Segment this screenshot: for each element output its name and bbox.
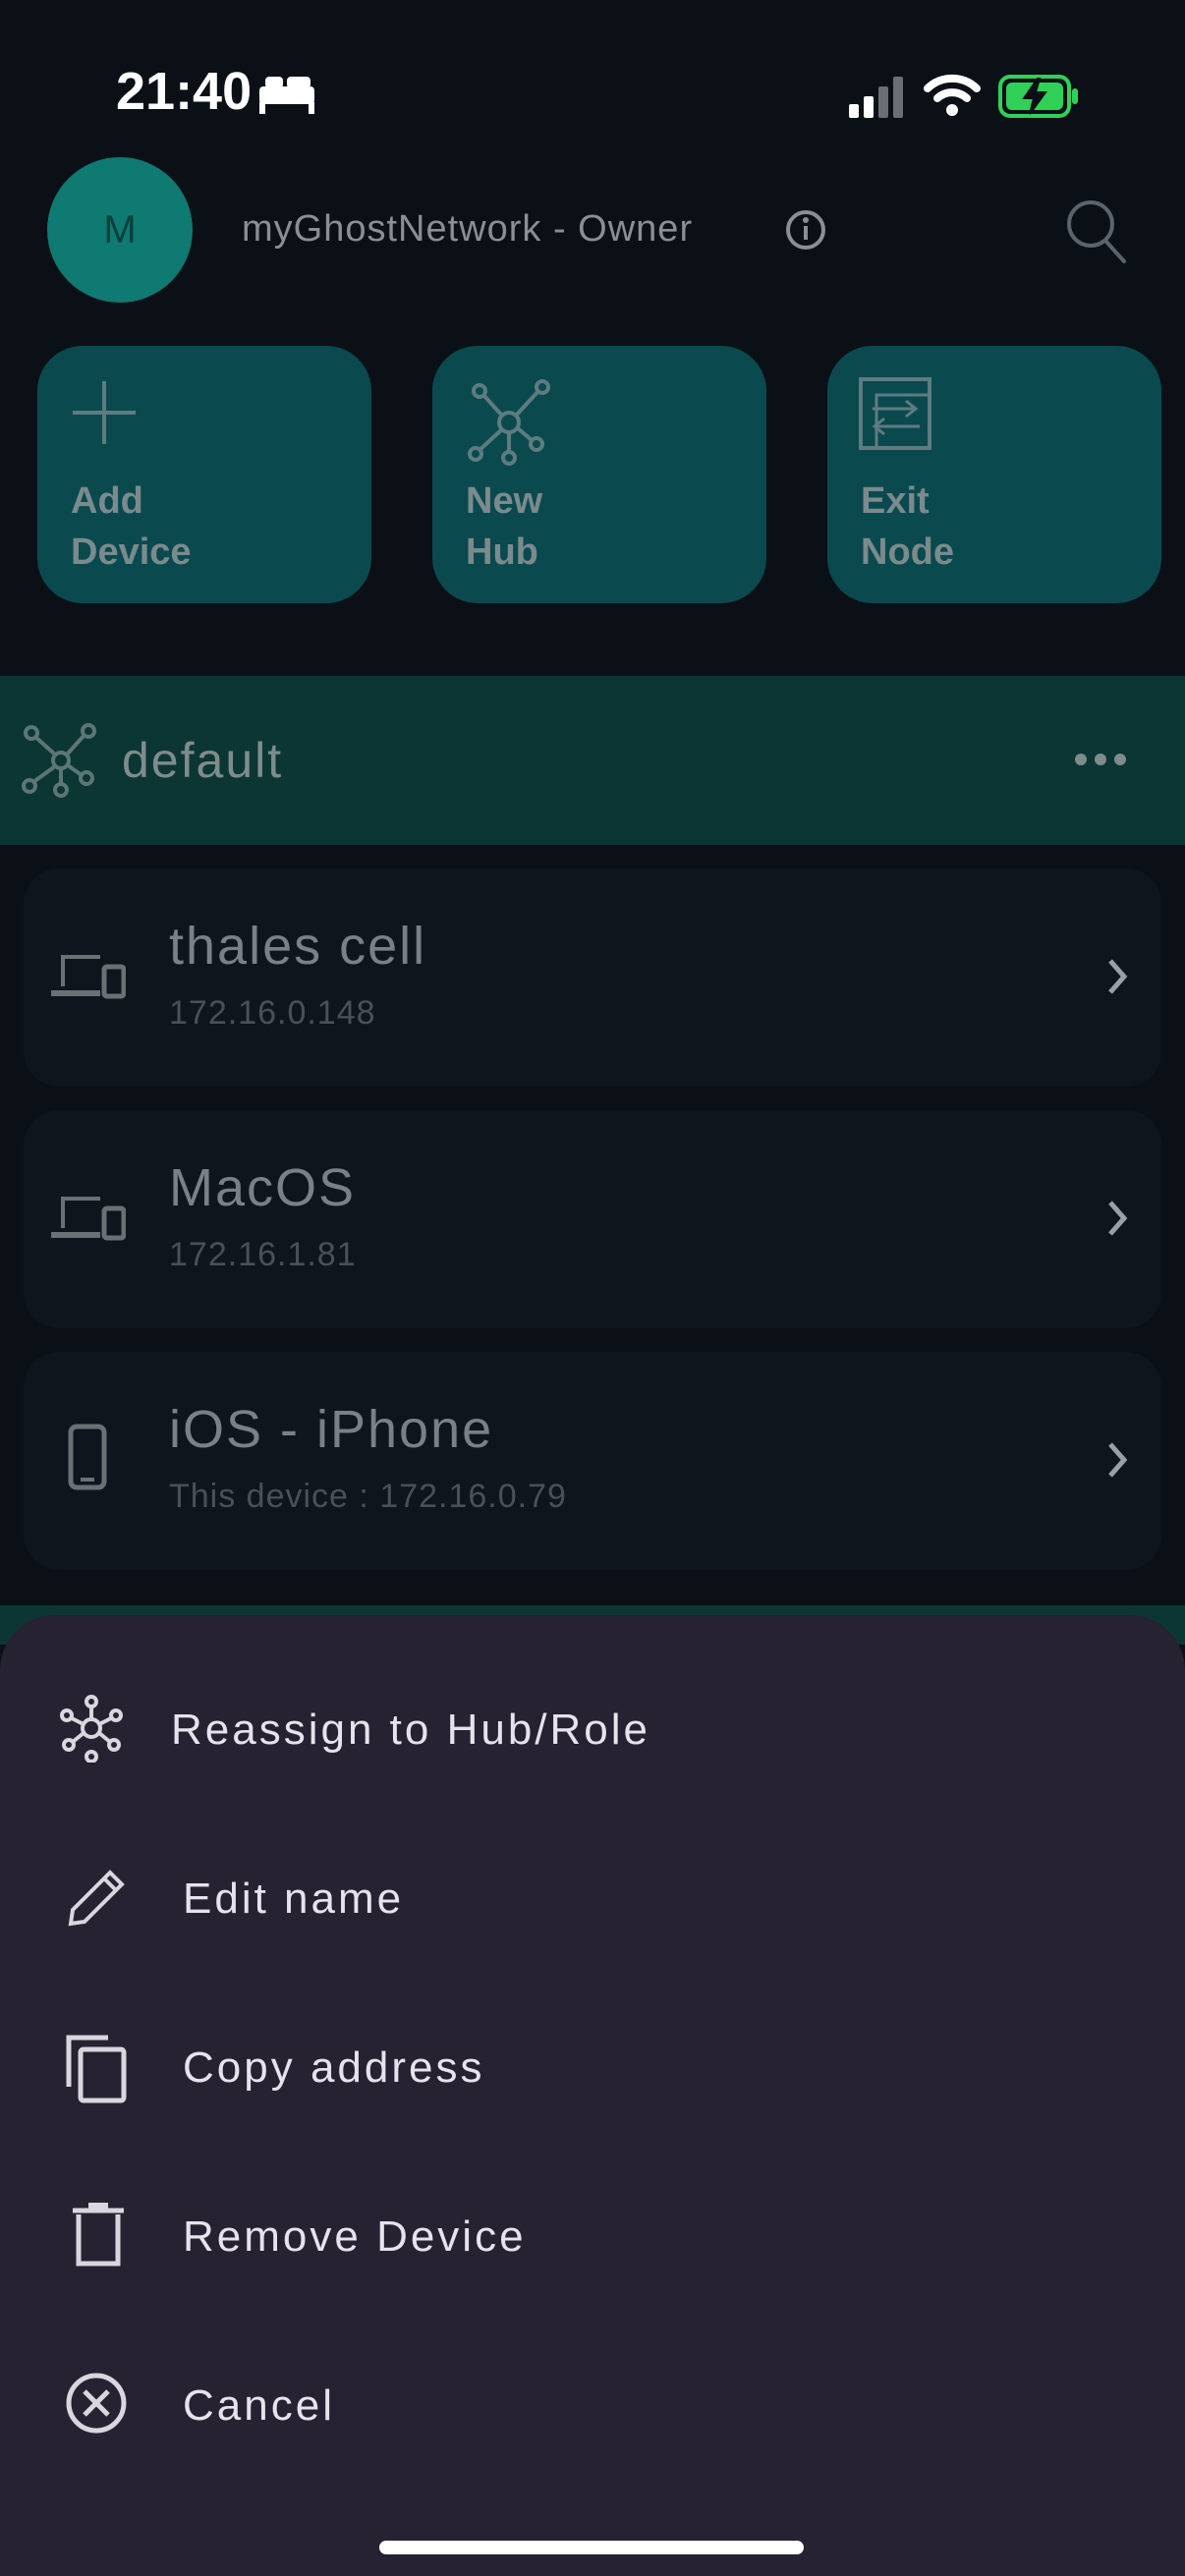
battery-charging-icon [998,75,1078,118]
cancel-item[interactable]: Cancel [0,2334,1185,2482]
trash-icon [73,2203,124,2267]
device-name: iOS - iPhone [169,1400,494,1459]
copy-icon [66,2035,127,2103]
devices-icon [51,955,126,999]
remove-device-item[interactable]: Remove Device [0,2165,1185,2313]
new-hub-label: New Hub [466,480,543,573]
menu-label: Cancel [183,2381,335,2430]
device-row[interactable]: iOS - iPhone This device : 172.16.0.79 [24,1352,1161,1570]
device-name: thales cell [169,917,427,976]
exit-node-icon [859,377,931,450]
exit-node-label: Exit Node [861,480,954,573]
menu-label: Remove Device [183,2212,527,2261]
search-icon[interactable] [1063,196,1128,265]
hub-name: default [122,733,284,788]
chevron-right-icon [1108,1201,1128,1236]
reassign-hub-role-item[interactable]: Reassign to Hub/Role [0,1658,1185,1806]
device-row[interactable]: MacOS 172.16.1.81 [24,1110,1161,1328]
add-device-button[interactable]: Add Device [37,346,371,603]
device-address: This device : 172.16.0.79 [169,1478,567,1515]
copy-address-item[interactable]: Copy address [0,1996,1185,2144]
device-name: MacOS [169,1158,357,1217]
info-icon[interactable] [784,208,827,252]
hub-icon [22,723,96,798]
hub-icon [468,379,550,466]
home-indicator[interactable] [379,2541,804,2554]
device-address: 172.16.1.81 [169,1236,357,1273]
menu-label: Edit name [183,1875,405,1923]
exit-node-button[interactable]: Exit Node [827,346,1161,603]
avatar[interactable]: M [47,157,193,303]
phone-icon [68,1424,107,1490]
new-hub-button[interactable]: New Hub [432,346,766,603]
pencil-icon [68,1870,125,1927]
devices-icon [51,1197,126,1241]
sleep-bed-icon [259,77,314,114]
network-title: myGhostNetwork - Owner [242,208,694,250]
menu-label: Copy address [183,2044,485,2092]
hub-network-icon [60,1695,123,1763]
device-row[interactable]: thales cell 172.16.0.148 [24,868,1161,1087]
action-sheet: Reassign to Hub/Role Edit name Copy addr… [0,1615,1185,2576]
device-address: 172.16.0.148 [169,994,376,1032]
menu-label: Reassign to Hub/Role [171,1706,651,1754]
cellular-signal-icon [849,77,903,118]
wifi-icon [924,74,981,116]
status-time: 21:40 [116,62,253,121]
chevron-right-icon [1108,959,1128,994]
edit-name-item[interactable]: Edit name [0,1827,1185,1975]
plus-icon [73,381,136,444]
chevron-right-icon [1108,1442,1128,1478]
cancel-icon [66,2373,127,2434]
add-device-label: Add Device [71,480,192,573]
more-options-icon[interactable] [1073,749,1128,770]
